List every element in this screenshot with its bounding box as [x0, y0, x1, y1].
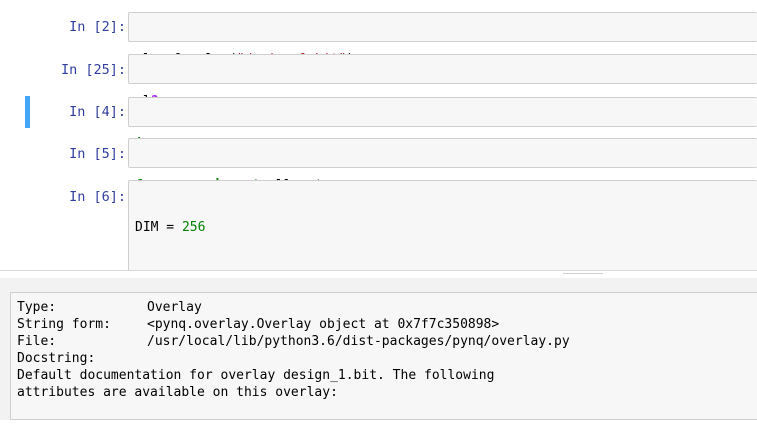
code-input[interactable]: DIM = 256 a = allocate(shape=((DIM, )), … — [128, 180, 757, 393]
code-cell[interactable]: In [5]: from pynq import allocate — [30, 138, 757, 193]
code-cell[interactable]: In [2]: ol = Overlay("design_1.bit") — [30, 12, 757, 67]
code-cell[interactable]: In [6]: DIM = 256 a = allocate(shape=((D… — [30, 180, 757, 393]
code-cell-selected[interactable]: In [4]: import numpy as np — [25, 96, 757, 152]
code-line: DIM = 256 — [135, 220, 206, 235]
pager-value: <pynq.overlay.Overlay object at 0x7f7c35… — [147, 317, 500, 332]
cell-prompt: In [6]: — [69, 189, 126, 205]
pager-label: Type: — [17, 300, 57, 315]
pager-value: Overlay — [147, 300, 202, 315]
pager-label: File: — [17, 334, 57, 349]
code-input[interactable]: from pynq import allocate — [128, 138, 757, 193]
pager-label: Docstring: — [17, 351, 96, 366]
code-input[interactable]: import numpy as np — [128, 97, 757, 152]
pager-row-string-form: String form: <pynq.overlay.Overlay object… — [17, 316, 751, 333]
help-pager: Type: Overlay String form: <pynq.overlay.O… — [0, 278, 757, 420]
splitter-grip[interactable] — [563, 273, 603, 274]
pager-row-file: File: /usr/local/lib/python3.6/dist-packa… — [17, 333, 751, 350]
pager-content: Type: Overlay String form: <pynq.overlay.O… — [10, 292, 757, 420]
notebook-area: In [2]: ol = Overlay("design_1.bit") In … — [0, 0, 757, 393]
pager-splitter[interactable] — [0, 270, 757, 278]
pager-row-docstring: Docstring: — [17, 350, 751, 367]
pager-doc-line: Default documentation for overlay design… — [17, 368, 495, 383]
pager-row-type: Type: Overlay — [17, 299, 751, 316]
pager-label: String form: — [17, 317, 111, 332]
cell-prompt: In [2]: — [69, 19, 126, 35]
code-cell[interactable]: In [25]: ol? — [30, 54, 757, 109]
cell-prompt: In [4]: — [69, 104, 126, 120]
cell-prompt: In [5]: — [69, 146, 126, 162]
pager-doc-line: attributes are available on this overlay… — [17, 385, 338, 400]
pager-value: /usr/local/lib/python3.6/dist-packages/p… — [147, 334, 570, 349]
cell-prompt: In [25]: — [60, 62, 126, 78]
code-input[interactable]: ol = Overlay("design_1.bit") — [128, 12, 757, 67]
code-input[interactable]: ol? — [128, 54, 757, 109]
